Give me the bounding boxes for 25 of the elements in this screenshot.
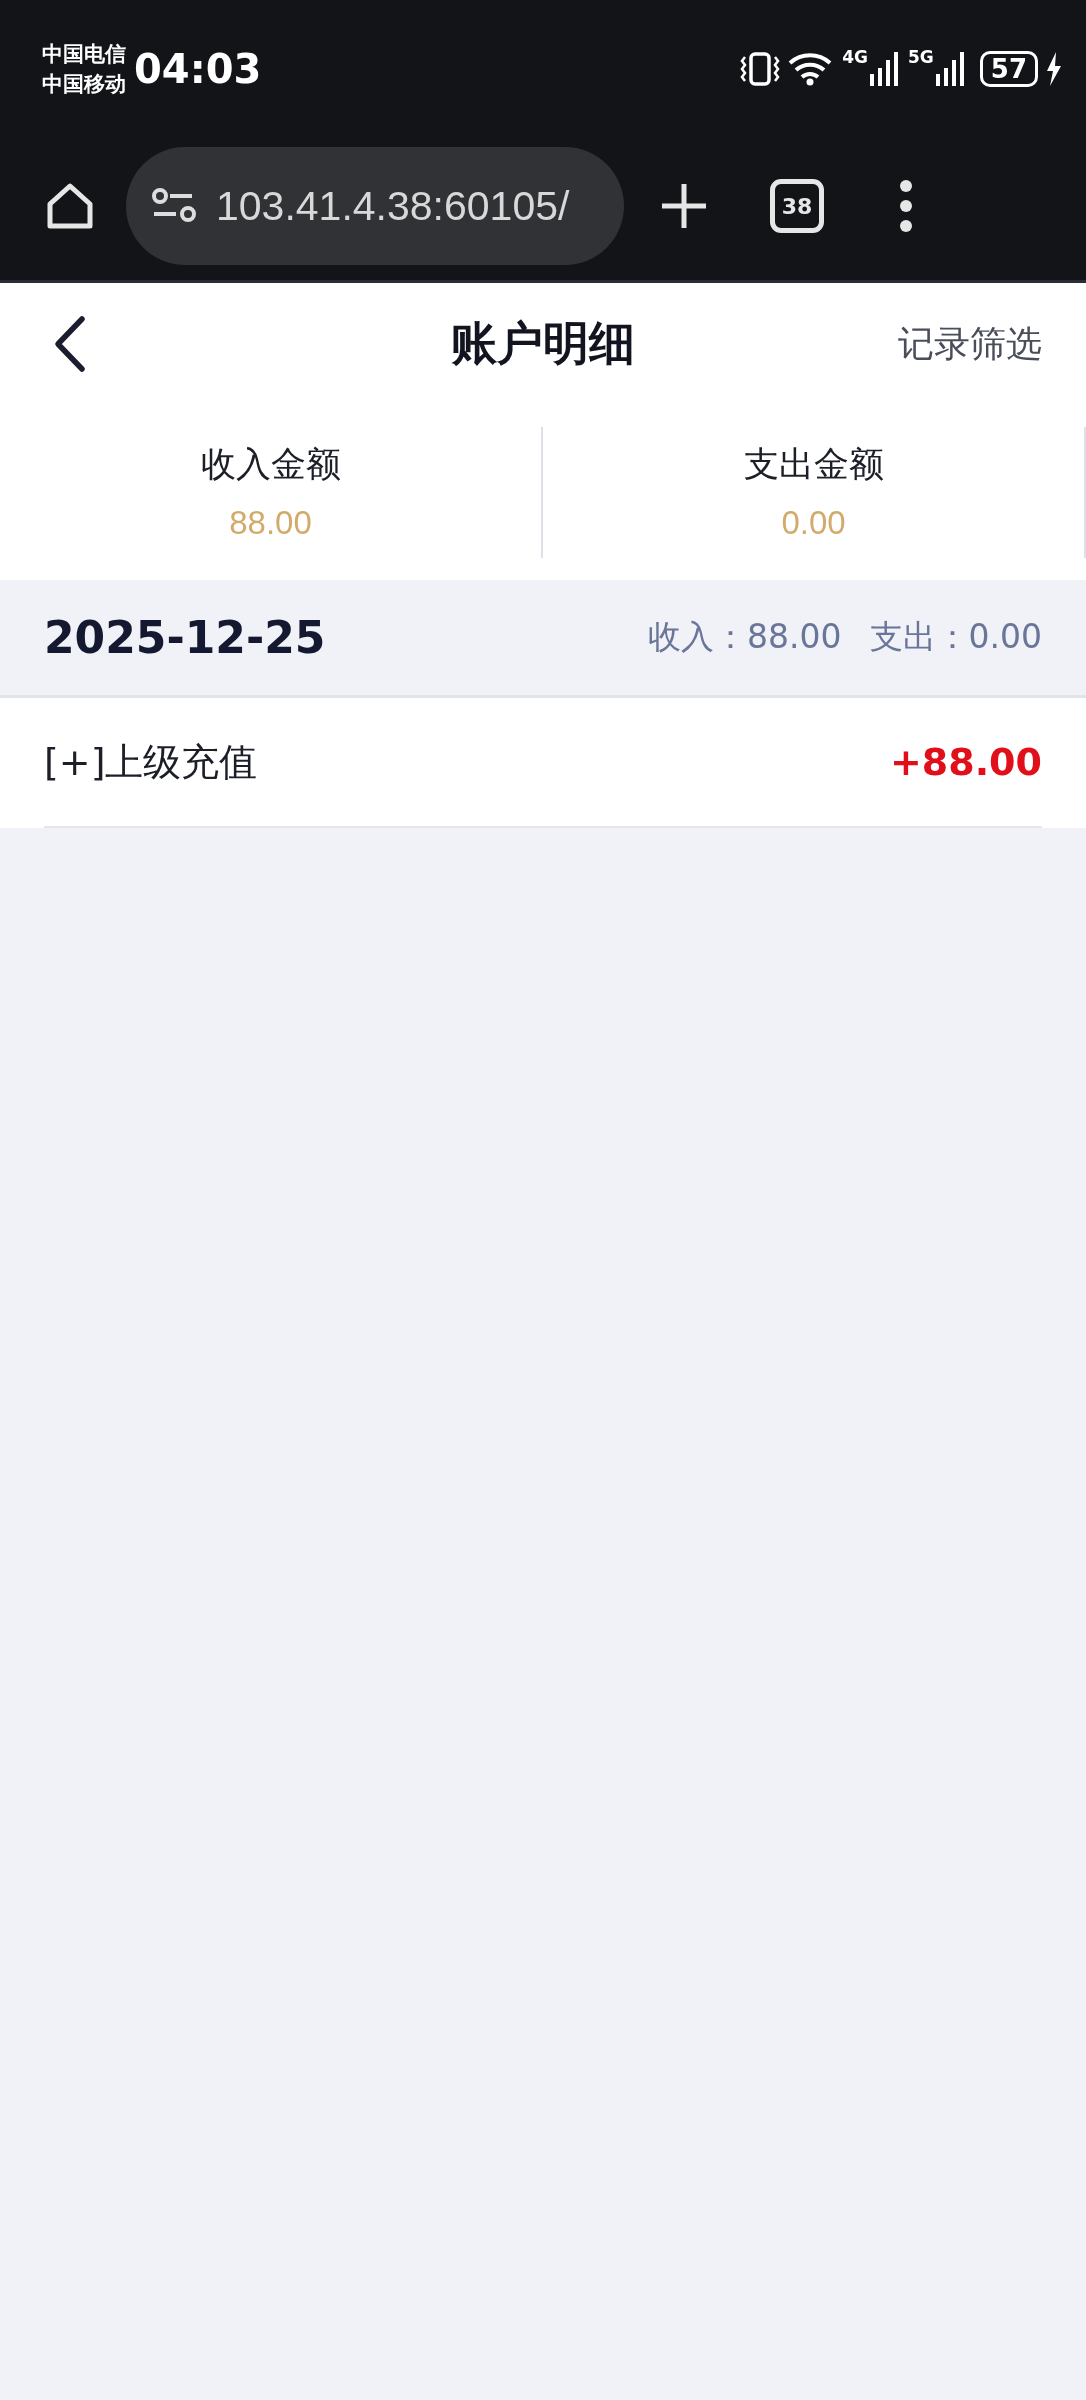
carrier-name: 中国电信 xyxy=(42,41,126,68)
network-type: 4G xyxy=(842,47,868,67)
summary-value: 88.00 xyxy=(229,504,312,542)
more-icon[interactable] xyxy=(898,178,914,234)
day-expense: 支出：0.00 xyxy=(869,616,1042,658)
vibrate-icon xyxy=(740,51,781,87)
summary-label: 支出金额 xyxy=(743,443,884,486)
entry-amount: +88.00 xyxy=(889,740,1042,784)
summary-label: 收入金额 xyxy=(200,443,341,486)
signal-icon xyxy=(935,52,966,86)
address-bar[interactable]: 103.41.4.38:60105/ xyxy=(126,147,624,265)
tab-count-button[interactable]: 38 xyxy=(770,179,824,233)
charging-icon xyxy=(1046,52,1062,86)
summary-value: 0.00 xyxy=(781,504,846,542)
network-type: 5G xyxy=(908,47,934,67)
back-icon[interactable] xyxy=(52,315,88,373)
filter-link[interactable]: 记录筛选 xyxy=(898,319,1042,369)
battery-level: 57 xyxy=(979,51,1038,87)
entry-title: [+]上级充值 xyxy=(44,738,258,786)
signal-icon xyxy=(870,52,900,86)
page-title: 账户明细 xyxy=(451,315,635,372)
day-income: 收入：88.00 xyxy=(648,616,842,658)
carrier-name: 中国移动 xyxy=(42,71,126,98)
date-heading: 2025-12-25 xyxy=(44,612,326,663)
clock-time: 04:03 xyxy=(134,46,262,92)
